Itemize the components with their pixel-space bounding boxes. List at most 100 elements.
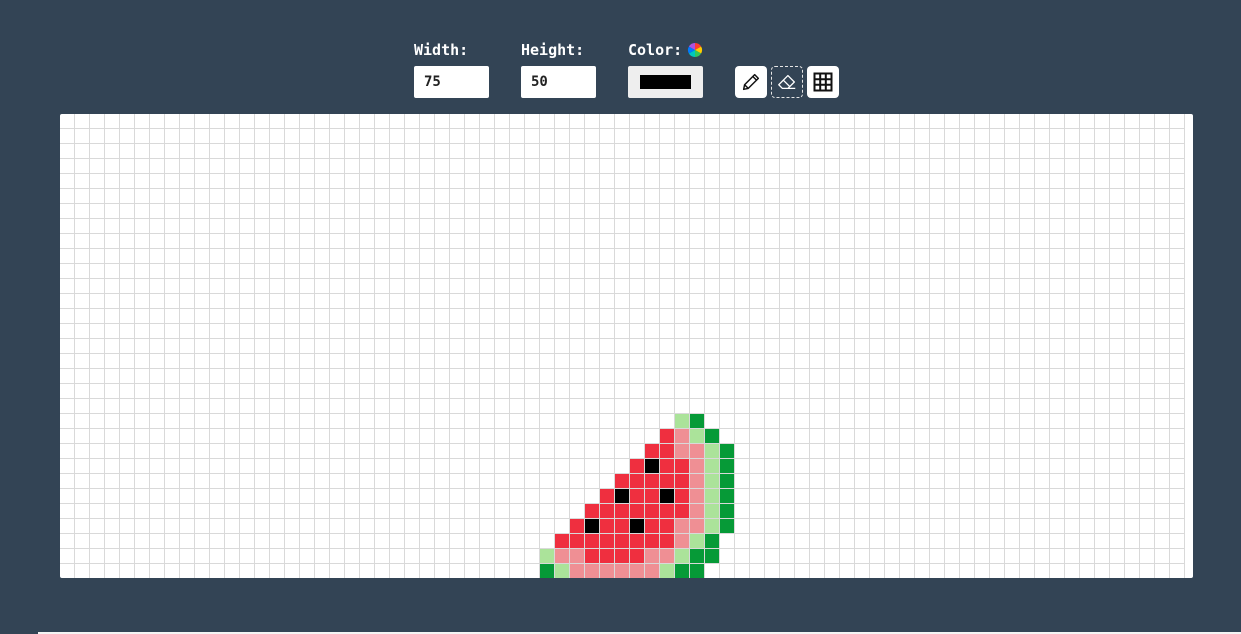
pixel-cell[interactable] — [674, 473, 689, 488]
pixel-cell[interactable] — [629, 548, 644, 563]
pixel-cell[interactable] — [614, 518, 629, 533]
pixel-cell[interactable] — [584, 533, 599, 548]
pixel-cell[interactable] — [629, 488, 644, 503]
height-input[interactable] — [521, 66, 596, 98]
pixel-cell[interactable] — [629, 458, 644, 473]
pixel-cell[interactable] — [554, 533, 569, 548]
pixel-cell[interactable] — [719, 458, 734, 473]
pencil-tool-button[interactable] — [735, 66, 767, 98]
pixel-cell[interactable] — [584, 563, 599, 578]
pixel-cell[interactable] — [689, 413, 704, 428]
pixel-cell[interactable] — [614, 563, 629, 578]
pixel-cell[interactable] — [554, 548, 569, 563]
pixel-cell[interactable] — [704, 428, 719, 443]
pixel-cell[interactable] — [689, 548, 704, 563]
pixel-cell[interactable] — [644, 443, 659, 458]
pixel-cell[interactable] — [629, 563, 644, 578]
pixel-cell[interactable] — [659, 428, 674, 443]
pixel-cell[interactable] — [614, 533, 629, 548]
pixel-cell[interactable] — [599, 533, 614, 548]
pixel-cell[interactable] — [539, 563, 554, 578]
pixel-cell[interactable] — [674, 548, 689, 563]
pixel-cell[interactable] — [674, 413, 689, 428]
pixel-cell[interactable] — [689, 428, 704, 443]
pixel-cell[interactable] — [719, 518, 734, 533]
pixel-cell[interactable] — [644, 563, 659, 578]
pixel-cell[interactable] — [584, 503, 599, 518]
pixel-cell[interactable] — [689, 503, 704, 518]
pixel-cell[interactable] — [689, 533, 704, 548]
pixel-cell[interactable] — [644, 533, 659, 548]
pixel-cell[interactable] — [689, 563, 704, 578]
pixel-cell[interactable] — [719, 503, 734, 518]
pixel-cell[interactable] — [599, 488, 614, 503]
pixel-cell[interactable] — [644, 458, 659, 473]
pixel-cell[interactable] — [644, 503, 659, 518]
pixel-cell[interactable] — [674, 443, 689, 458]
pixel-cell[interactable] — [644, 473, 659, 488]
pixel-cell[interactable] — [584, 518, 599, 533]
pixel-cell[interactable] — [554, 563, 569, 578]
pixel-cell[interactable] — [629, 473, 644, 488]
pixel-cell[interactable] — [674, 533, 689, 548]
pixel-cell[interactable] — [704, 473, 719, 488]
pixel-cell[interactable] — [569, 548, 584, 563]
pixel-cell[interactable] — [704, 518, 719, 533]
pixel-cell[interactable] — [719, 443, 734, 458]
color-picker-button[interactable] — [628, 66, 703, 98]
grid-toggle-button[interactable] — [807, 66, 839, 98]
pixel-cell[interactable] — [659, 533, 674, 548]
pixel-cell[interactable] — [569, 518, 584, 533]
pixel-cell[interactable] — [599, 548, 614, 563]
pixel-cell[interactable] — [719, 488, 734, 503]
pixel-cell[interactable] — [629, 503, 644, 518]
pixel-cell[interactable] — [719, 473, 734, 488]
pixel-cell[interactable] — [599, 518, 614, 533]
pixel-cell[interactable] — [689, 443, 704, 458]
pixel-cell[interactable] — [539, 548, 554, 563]
pixel-canvas[interactable] — [60, 114, 1193, 578]
pixel-cell[interactable] — [659, 488, 674, 503]
pixel-cell[interactable] — [614, 548, 629, 563]
width-input[interactable] — [414, 66, 489, 98]
pixel-cell[interactable] — [659, 473, 674, 488]
pixel-cell[interactable] — [629, 533, 644, 548]
pixel-cell[interactable] — [659, 443, 674, 458]
pixel-cell[interactable] — [629, 518, 644, 533]
pixel-cell[interactable] — [689, 458, 704, 473]
pixel-cell[interactable] — [704, 503, 719, 518]
pixel-cell[interactable] — [569, 533, 584, 548]
pixel-cell[interactable] — [674, 563, 689, 578]
pixel-cell[interactable] — [569, 563, 584, 578]
pixel-cell[interactable] — [584, 548, 599, 563]
pixel-cell[interactable] — [659, 518, 674, 533]
pixel-cell[interactable] — [659, 503, 674, 518]
pixel-cell[interactable] — [704, 488, 719, 503]
pixel-cell[interactable] — [674, 518, 689, 533]
pixel-cell[interactable] — [689, 488, 704, 503]
pixel-cell[interactable] — [704, 548, 719, 563]
pixel-cell[interactable] — [674, 458, 689, 473]
pixel-grid[interactable] — [60, 114, 1193, 578]
pixel-cell[interactable] — [614, 503, 629, 518]
pixel-cell[interactable] — [704, 443, 719, 458]
pencil-icon — [742, 73, 760, 91]
pixel-cell[interactable] — [644, 518, 659, 533]
pixel-cell[interactable] — [689, 473, 704, 488]
pixel-cell[interactable] — [674, 488, 689, 503]
pixel-cell[interactable] — [674, 503, 689, 518]
pixel-cell[interactable] — [704, 458, 719, 473]
pixel-cell[interactable] — [599, 563, 614, 578]
pixel-cell[interactable] — [644, 548, 659, 563]
pixel-cell[interactable] — [644, 488, 659, 503]
pixel-cell[interactable] — [689, 518, 704, 533]
pixel-cell[interactable] — [659, 458, 674, 473]
eraser-tool-button[interactable] — [771, 66, 803, 98]
pixel-cell[interactable] — [614, 473, 629, 488]
pixel-cell[interactable] — [704, 533, 719, 548]
pixel-cell[interactable] — [659, 563, 674, 578]
pixel-cell[interactable] — [659, 548, 674, 563]
pixel-cell[interactable] — [674, 428, 689, 443]
pixel-cell[interactable] — [599, 503, 614, 518]
pixel-cell[interactable] — [614, 488, 629, 503]
